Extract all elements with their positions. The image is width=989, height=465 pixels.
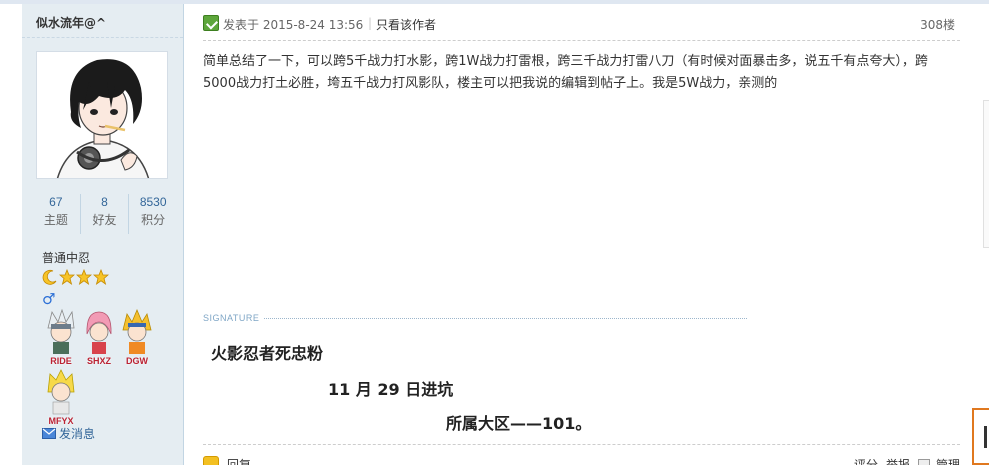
stat-value[interactable]: 8530 xyxy=(129,194,177,210)
divider xyxy=(203,444,960,445)
rank-stars xyxy=(42,269,109,285)
reply-button[interactable]: 回复 xyxy=(227,456,251,465)
medal-figure xyxy=(47,369,75,415)
medal-figure xyxy=(47,308,75,354)
divider xyxy=(22,37,183,38)
signature-line: 所属大区——101。 xyxy=(446,414,592,433)
medal-figure xyxy=(86,311,112,354)
online-status-icon xyxy=(203,15,219,31)
side-panel-tab[interactable] xyxy=(983,100,989,248)
post-footer: 回复 评分 举报 管理 xyxy=(203,454,960,465)
separator: | xyxy=(368,16,373,30)
report-button[interactable]: 举报 xyxy=(886,456,910,465)
author-stats: 67 主题 8 好友 8530 积分 xyxy=(32,194,177,234)
star-icon xyxy=(59,269,75,285)
male-icon: ♂ xyxy=(42,290,56,308)
star-icon xyxy=(93,269,109,285)
stat-label: 好友 xyxy=(92,213,117,227)
floating-widget[interactable] xyxy=(972,408,989,465)
author-name[interactable]: 似水流年@^ xyxy=(36,14,106,31)
medal-figure xyxy=(122,308,152,354)
minato-medal-icon[interactable]: MFYX xyxy=(42,368,80,426)
stat-value[interactable]: 8 xyxy=(81,194,129,210)
signature-line: 火影忍者死忠粉 xyxy=(211,344,324,363)
kakashi-medal-icon[interactable]: RIDE xyxy=(42,308,80,366)
stat-label: 积分 xyxy=(141,213,166,227)
stat-friends[interactable]: 8 好友 xyxy=(81,194,130,234)
manage-label: 管理 xyxy=(935,458,960,465)
floor-number[interactable]: 308楼 xyxy=(920,16,955,33)
stat-points[interactable]: 8530 积分 xyxy=(129,194,177,234)
signature-line: 11 月 29 日进坑 xyxy=(328,380,454,399)
only-author-link[interactable]: 只看该作者 xyxy=(376,16,436,33)
rate-button[interactable]: 评分 xyxy=(854,456,878,465)
medal-label: SHXZ xyxy=(86,356,111,366)
checkbox-icon[interactable] xyxy=(917,459,930,465)
signature-label: SIGNATURE xyxy=(203,313,260,323)
send-message-link[interactable]: 发消息 xyxy=(42,425,95,442)
user-rank[interactable]: 普通中忍 xyxy=(42,249,90,266)
post-timestamp: 发表于 2015-8-24 13:56 xyxy=(223,18,364,32)
send-message-label: 发消息 xyxy=(59,427,96,441)
post-actions: 评分 举报 管理 xyxy=(854,456,960,465)
naruto-medal-icon[interactable]: DGW xyxy=(118,308,156,366)
divider xyxy=(203,40,960,41)
moon-icon xyxy=(42,270,57,285)
signature-divider xyxy=(264,318,747,319)
post-header: 发表于 2015-8-24 13:56 | 只看该作者 308楼 xyxy=(203,14,960,34)
author-sidebar: 似水流年@^ 67 主题 8 好友 8530 积分 普通中忍 ♂ RIDE SH… xyxy=(22,4,184,465)
star-icon xyxy=(76,269,92,285)
medal-label: DGW xyxy=(126,356,148,366)
stat-label: 主题 xyxy=(43,213,68,227)
avatar-illustration xyxy=(37,52,167,178)
stat-value[interactable]: 67 xyxy=(32,194,80,210)
envelope-icon xyxy=(42,428,56,439)
avatar[interactable] xyxy=(36,51,168,179)
stat-topics[interactable]: 67 主题 xyxy=(32,194,81,234)
manage-button[interactable]: 管理 xyxy=(917,456,960,465)
post-content: 简单总结了一下，可以跨5千战力打水影，跨1W战力打雷根，跨三千战力打雷八刀（有时… xyxy=(203,54,928,91)
reply-icon xyxy=(203,456,219,465)
medal-label: RIDE xyxy=(50,356,72,366)
sakura-medal-icon[interactable]: SHXZ xyxy=(80,308,118,366)
